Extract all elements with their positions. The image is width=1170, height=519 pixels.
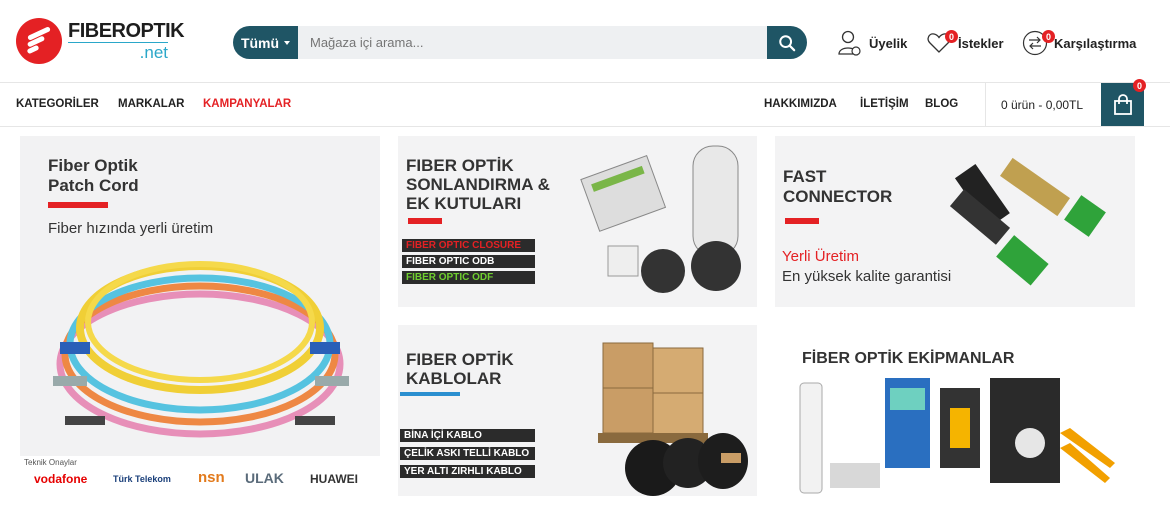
banner-tools[interactable]: FİBER OPTİK EKİPMANLAR [775, 325, 1135, 496]
user-icon [838, 30, 861, 56]
banner-title-line2: Patch Cord [48, 176, 139, 195]
account-label: Üyelik [869, 35, 908, 51]
search-category-label: Tümü [240, 34, 280, 51]
chip-closure: FIBER OPTIC CLOSURE [402, 239, 535, 252]
nav-categories[interactable]: KATEGORİLER [16, 98, 99, 110]
wishlist-count-badge: 0 [945, 30, 958, 43]
tools-image [799, 378, 1115, 494]
chip-underground: YER ALTI ZIRHLI KABLO [400, 465, 535, 478]
brand-vodafone: vodafone [34, 472, 88, 486]
approval-logos-strip: Teknik Onaylar vodafone Türk Telekom nsn… [20, 456, 380, 496]
nav-blog[interactable]: BLOG [925, 98, 958, 110]
chip-steel: ÇELİK ASKI TELLİ KABLO [400, 447, 535, 460]
brand-nsn: nsn [198, 469, 225, 486]
chip-indoor: BİNA İÇİ KABLO [400, 429, 535, 442]
search-icon [779, 34, 796, 51]
approvals-label: Teknik Onaylar [24, 458, 77, 467]
nav-campaigns[interactable]: KAMPANYALAR [203, 98, 291, 110]
chip-odf: FIBER OPTIC ODF [402, 271, 535, 284]
brand-ulak: ULAK [245, 470, 284, 486]
banner-title-line1: FIBER OPTİK [406, 350, 514, 369]
banner-title-line2: SONLANDIRMA & [406, 175, 550, 194]
banner-title-line2: CONNECTOR [783, 187, 893, 206]
compare-link[interactable]: Karşılaştırma 0 [1022, 28, 1136, 58]
nav-brands[interactable]: MARKALAR [118, 98, 184, 110]
brand-huawei: HUAWEI [310, 472, 358, 486]
shopping-bag-icon [1113, 93, 1132, 115]
red-accent-bar [785, 218, 819, 224]
compare-count-badge: 0 [1042, 30, 1055, 43]
red-accent-bar [48, 202, 108, 208]
blue-accent-bar [400, 392, 460, 396]
closure-product-image [580, 145, 741, 293]
patch-cord-image [53, 261, 349, 438]
cart-summary: 0 ürün - 0,00TL [1001, 98, 1084, 112]
banner-subtitle: Fiber hızında yerli üretim [48, 220, 214, 237]
search-category-select[interactable]: Tümü [233, 26, 298, 59]
banner-closure[interactable]: FIBER OPTİK SONLANDIRMA & EK KUTULARI FI… [398, 136, 757, 307]
cart-count-badge: 0 [1133, 79, 1146, 92]
fast-connector-image [949, 157, 1106, 286]
nav-about[interactable]: HAKKIMIZDA [764, 98, 837, 110]
banner-cables[interactable]: FIBER OPTİK KABLOLAR BİNA İÇİ KABLO ÇELİ… [398, 325, 757, 496]
banner-patch-cord[interactable]: Fiber Optik Patch Cord Fiber hızında yer… [20, 136, 380, 496]
chip-odb: FIBER OPTIC ODB [402, 255, 535, 268]
banner-title-line1: FIBER OPTİK [406, 156, 514, 175]
wishlist-link[interactable]: İstekler 0 [926, 28, 1004, 58]
banner-title: FİBER OPTİK EKİPMANLAR [802, 350, 1015, 367]
cable-boxes-image [598, 342, 748, 496]
banner-line1: Yerli Üretim [782, 248, 859, 265]
red-accent-bar [408, 218, 442, 224]
search-button[interactable] [767, 26, 807, 59]
search-bar: Tümü [233, 26, 807, 59]
brand-turk-telekom: Türk Telekom [113, 474, 171, 484]
mini-cart[interactable]: 0 ürün - 0,00TL 0 [985, 79, 1146, 127]
logo-main-text: FIBEROPTIK [68, 20, 185, 42]
wishlist-label: İstekler [958, 35, 1004, 51]
banner-title-line1: Fiber Optik [48, 156, 138, 175]
banner-title-line3: EK KUTULARI [406, 194, 522, 213]
search-input[interactable] [298, 26, 767, 59]
logo-icon [16, 18, 62, 64]
nav-contact[interactable]: İLETİŞİM [860, 98, 909, 110]
banner-line2: En yüksek kalite garantisi [782, 268, 952, 285]
logo-sub-text: .net [68, 42, 168, 61]
account-link[interactable]: Üyelik [837, 28, 907, 58]
banner-title-line1: FAST [783, 167, 827, 186]
banner-fast-connector[interactable]: FAST CONNECTOR Yerli Üretim En yüksek ka… [775, 136, 1135, 307]
site-logo[interactable]: FIBEROPTIK .net [16, 18, 185, 64]
header-bar: FIBEROPTIK .net Tümü Üyelik İstekler 0 K… [0, 0, 1170, 83]
banner-title-line2: KABLOLAR [406, 369, 502, 388]
compare-label: Karşılaştırma [1054, 35, 1137, 51]
chevron-down-icon [284, 40, 291, 45]
